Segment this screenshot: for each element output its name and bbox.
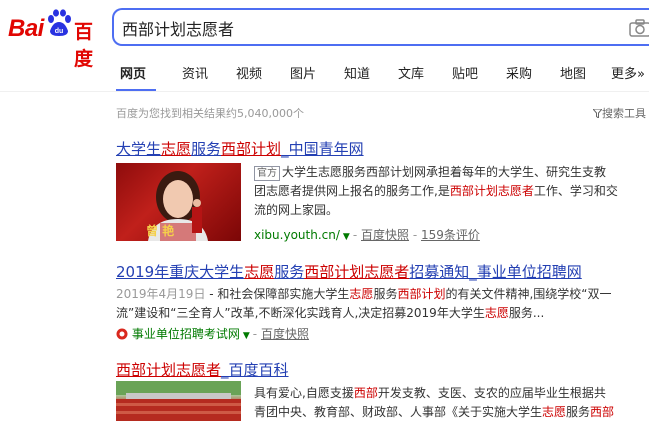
tab-images[interactable]: 图片 — [290, 63, 316, 82]
reviews-link[interactable]: 159条评价 — [421, 228, 480, 242]
tab-wenku[interactable]: 文库 — [398, 63, 424, 82]
result-snippet-2-line1: 2019年4月19日 - 和社会保障部实施大学生志愿服务西部计划的有关文件精神,… — [116, 287, 612, 301]
site-favicon-icon — [116, 328, 128, 340]
search-box[interactable] — [112, 8, 649, 46]
result-source-2: 事业单位招聘考试网 ▼ - 百度快照 — [116, 325, 309, 342]
result-count: 百度为您找到相关结果约5,040,000个 — [116, 107, 304, 120]
result-date: 2019年4月19日 — [116, 287, 206, 301]
header: Bai du 百度 — [0, 0, 649, 70]
paw-text: du — [55, 28, 64, 35]
filter-icon — [591, 108, 604, 119]
result-title-2[interactable]: 2019年重庆大学生志愿服务西部计划志愿者招募通知_事业单位招聘网 — [116, 261, 582, 282]
result-snippet-3-line1: 具有爱心,自愿支援西部开发支教、支医、支农的应届毕业生根据共 — [254, 386, 606, 400]
baidu-logo[interactable]: Bai du 百度 — [8, 7, 108, 70]
result-snippet-1-line3: 流的网上家园。 — [254, 203, 339, 217]
search-input[interactable] — [122, 18, 602, 38]
snapshot-link[interactable]: 百度快照 — [361, 228, 409, 242]
result-thumbnail-3[interactable] — [116, 381, 241, 421]
tab-news[interactable]: 资讯 — [182, 63, 208, 82]
tab-video[interactable]: 视频 — [236, 63, 262, 82]
result-snippet-1-line2: 团志愿者提供网上报名的服务工作,是西部计划志愿者工作、学习和交 — [254, 184, 618, 198]
result-title-3[interactable]: 西部计划志愿者_百度百科 — [116, 359, 289, 380]
search-tabs: 网页 资讯 视频 图片 知道 文库 贴吧 采购 地图 更多» — [0, 54, 649, 92]
divider — [0, 91, 649, 92]
group-photo-image — [116, 381, 241, 421]
tab-more[interactable]: 更多» — [611, 63, 645, 82]
logo-text-bai: Bai — [8, 15, 44, 42]
official-tag: 官方 — [254, 166, 280, 181]
thumb-caption: 曾 艳 — [146, 223, 174, 238]
result-title-1[interactable]: 大学生志愿服务西部计划_中国青年网 — [116, 138, 364, 159]
portrait-image: 曾 艳 — [146, 171, 208, 241]
result-thumbnail-1[interactable]: 曾 艳 — [116, 163, 241, 241]
source-url[interactable]: xibu.youth.cn/ — [254, 228, 340, 242]
search-tools-label: 搜索工具 — [602, 107, 646, 120]
tab-web[interactable]: 网页 — [120, 63, 146, 82]
result-source-1: xibu.youth.cn/▼ - 百度快照 - 159条评价 — [254, 228, 480, 242]
camera-icon[interactable] — [629, 19, 649, 37]
search-tools-button[interactable]: 搜索工具 — [591, 105, 646, 121]
source-name[interactable]: 事业单位招聘考试网 — [132, 327, 240, 341]
tab-zhidao[interactable]: 知道 — [344, 63, 370, 82]
tab-purchase[interactable]: 采购 — [506, 63, 532, 82]
paw-icon: du — [48, 9, 71, 36]
tab-map[interactable]: 地图 — [560, 63, 586, 82]
tab-tieba[interactable]: 贴吧 — [452, 63, 478, 82]
result-snippet-3-line2: 青团中央、教育部、财政部、人事部《关于实施大学生志愿服务西部 — [254, 405, 615, 419]
dropdown-arrow-icon[interactable]: ▼ — [243, 331, 250, 341]
result-snippet-2-line2: 流”建设和“三全育人”改革,不断深化实践育人,决定招募2019年大学生志愿服务.… — [116, 306, 545, 320]
snapshot-link[interactable]: 百度快照 — [261, 327, 309, 341]
result-snippet-1-line1: 官方 大学生志愿服务西部计划网承担着每年的大学生、研究生支教 — [254, 163, 606, 182]
dropdown-arrow-icon[interactable]: ▼ — [343, 232, 350, 242]
